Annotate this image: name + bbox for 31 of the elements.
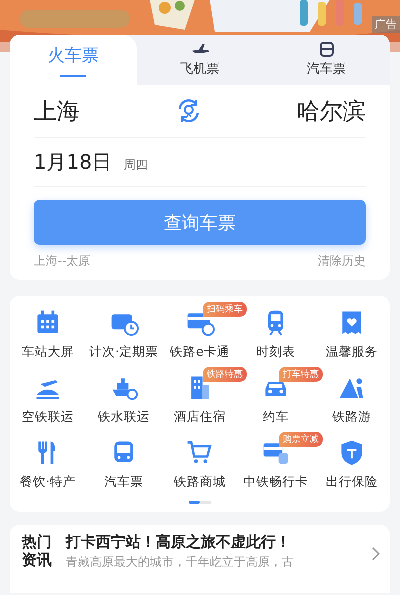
service-label[interactable]: 空铁联运 (22, 409, 74, 426)
promo-badge: 打车特惠 (279, 367, 323, 382)
service-label[interactable]: 铁路商城 (174, 474, 226, 491)
promo-badge: 铁路特惠 (203, 367, 247, 382)
chevron-right-icon[interactable] (372, 547, 380, 561)
service-label[interactable]: 铁路e卡通 (170, 344, 230, 361)
ad-label: 广告 (372, 16, 400, 33)
service-label[interactable]: 车站大屏 (22, 344, 74, 361)
service-label[interactable]: 约车 (263, 409, 289, 426)
arrival-city[interactable]: 哈尔滨 (297, 96, 366, 126)
news-summary: 青藏高原最大的城市，千年屹立于高原，古 (66, 554, 295, 571)
service-label[interactable]: 铁路游 (332, 409, 372, 426)
promo-badge: 购票立减 (279, 432, 323, 447)
service-label[interactable]: 温馨服务 (326, 344, 378, 361)
promo-badge: 扫码乘车 (203, 302, 247, 317)
bus-icon (318, 42, 336, 58)
section-title: 资讯 (22, 551, 52, 569)
news-title[interactable]: 打卡西宁站！高原之旅不虚此行！ (66, 533, 358, 552)
service-label[interactable]: 出行保险 (326, 474, 378, 491)
service-label[interactable]: 餐饮·特产 (20, 474, 76, 491)
service-label[interactable]: 时刻表 (256, 344, 296, 361)
departure-date[interactable]: 1月18日 (34, 138, 112, 186)
service-label[interactable]: 酒店住宿 (174, 409, 226, 426)
tab[interactable]: 火车票 (10, 35, 137, 85)
service-label[interactable]: 铁水联运 (98, 409, 150, 426)
service-label[interactable]: 中铁畅行卡 (244, 474, 308, 491)
service-label[interactable]: 汽车票 (104, 474, 144, 491)
weekday: 周四 (124, 157, 148, 174)
section-title: 热门 (22, 533, 52, 551)
departure-city[interactable]: 上海 (34, 96, 80, 126)
service-label[interactable]: 计次·定期票 (90, 344, 158, 361)
